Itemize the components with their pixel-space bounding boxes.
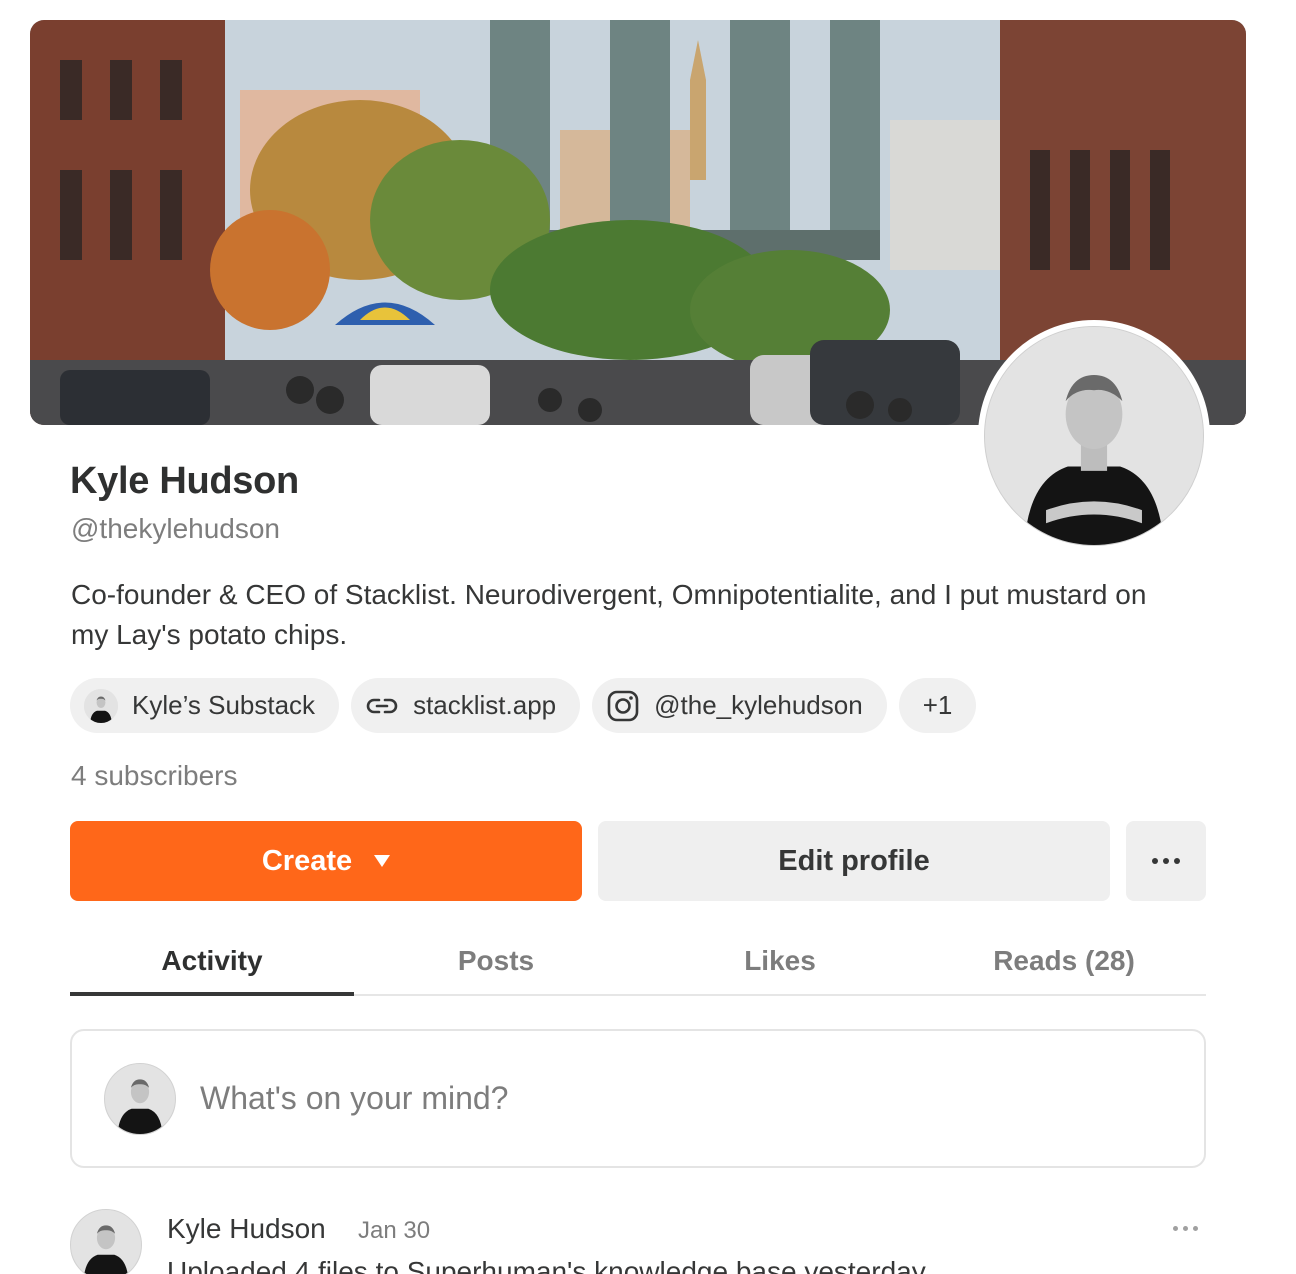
instagram-link-label: @the_kylehudson	[654, 690, 863, 720]
more-links-chip[interactable]: +1	[898, 678, 977, 733]
more-links-label: +1	[922, 690, 953, 720]
profile-links: Kyle’s Substack stacklist.app @the_kyleh…	[70, 678, 977, 733]
more-horizontal-icon	[1152, 858, 1180, 864]
substack-link-chip[interactable]: Kyle’s Substack	[70, 678, 340, 733]
website-link-chip[interactable]: stacklist.app	[351, 678, 581, 733]
more-horizontal-icon	[1173, 1226, 1198, 1231]
instagram-link-chip[interactable]: @the_kylehudson	[592, 678, 887, 733]
website-link-label: stacklist.app	[413, 690, 557, 720]
link-icon	[365, 689, 399, 723]
tab-likes[interactable]: Likes	[638, 928, 922, 994]
composer-placeholder[interactable]: What's on your mind?	[200, 1080, 508, 1117]
profile-bio: Co-founder & CEO of Stacklist. Neurodive…	[71, 579, 1147, 650]
composer-avatar	[104, 1062, 176, 1135]
post-author-avatar[interactable]	[70, 1209, 142, 1274]
more-options-button[interactable]	[1126, 821, 1206, 901]
tab-posts[interactable]: Posts	[354, 928, 638, 994]
post-more-button[interactable]	[1173, 1226, 1198, 1231]
edit-profile-button[interactable]: Edit profile	[598, 821, 1110, 901]
profile-avatar-image	[985, 327, 1203, 545]
post-author-name[interactable]: Kyle Hudson	[167, 1213, 326, 1245]
create-button[interactable]: Create	[70, 821, 582, 901]
subscriber-count[interactable]: 4 subscribers	[71, 760, 238, 792]
create-button-label: Create	[261, 844, 353, 877]
profile-tabs: Activity Posts Likes Reads (28)	[70, 928, 1206, 996]
feed-item: Kyle Hudson Jan 30 Uploaded 4 files to S…	[70, 1208, 1206, 1274]
post-composer[interactable]: What's on your mind?	[70, 1029, 1206, 1168]
post-text[interactable]: Uploaded 4 files to Superhuman's knowled…	[167, 1256, 926, 1274]
profile-name: Kyle Hudson	[70, 460, 299, 502]
profile-handle: @thekylehudson	[71, 513, 281, 544]
post-date[interactable]: Jan 30	[358, 1217, 430, 1245]
caret-down-icon	[374, 855, 391, 867]
substack-link-label: Kyle’s Substack	[132, 690, 316, 720]
tab-activity[interactable]: Activity	[70, 928, 354, 996]
tab-reads[interactable]: Reads (28)	[922, 928, 1206, 994]
profile-avatar[interactable]	[978, 320, 1210, 552]
substack-avatar	[84, 688, 118, 723]
instagram-icon	[606, 689, 640, 723]
edit-profile-label: Edit profile	[778, 844, 930, 877]
